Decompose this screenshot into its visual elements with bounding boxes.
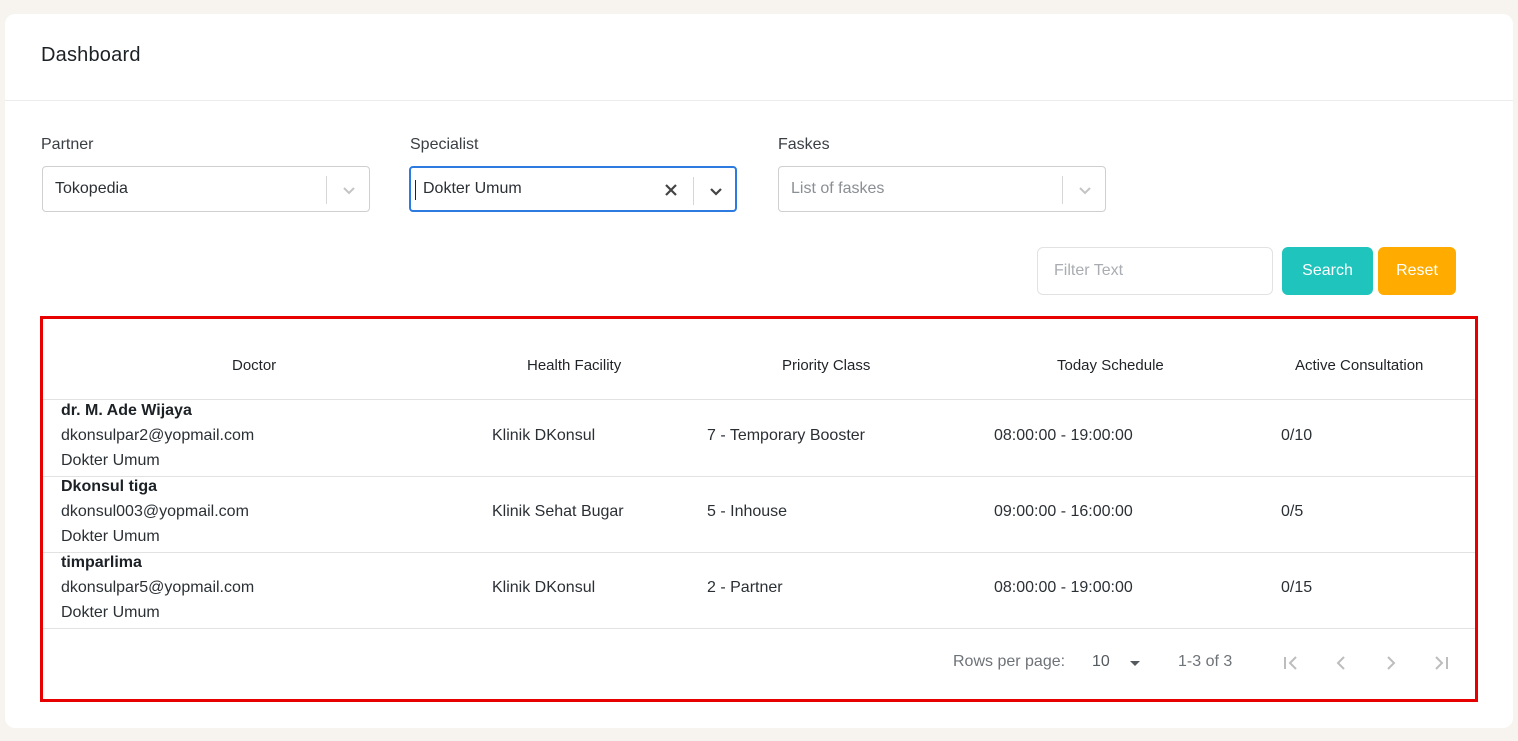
faskes-select[interactable]: List of faskes xyxy=(778,166,1106,212)
last-page-icon[interactable] xyxy=(1429,651,1453,675)
next-page-icon[interactable] xyxy=(1379,651,1403,675)
caret-down-icon[interactable] xyxy=(1123,651,1147,675)
table-pagination: Rows per page: 10 1-3 of 3 xyxy=(43,629,1475,699)
table-header: Doctor Health Facility Priority Class To… xyxy=(43,319,1475,400)
rows-per-page-label: Rows per page: xyxy=(953,653,1066,670)
doctor-name: Dkonsul tiga xyxy=(61,478,158,495)
doctor-specialist: Dokter Umum xyxy=(61,604,160,621)
previous-page-icon[interactable] xyxy=(1329,651,1353,675)
first-page-icon[interactable] xyxy=(1279,651,1303,675)
column-header-active-consultation[interactable]: Active Consultation xyxy=(1295,357,1423,374)
doctor-name: timparlima xyxy=(61,554,142,571)
partner-select-value: Tokopedia xyxy=(55,180,128,197)
active-consultation: 0/5 xyxy=(1281,503,1304,520)
specialist-select[interactable]: Dokter Umum xyxy=(409,166,737,212)
active-consultation: 0/10 xyxy=(1281,427,1313,444)
column-header-doctor[interactable]: Doctor xyxy=(232,357,276,374)
column-header-health-facility[interactable]: Health Facility xyxy=(527,357,621,374)
text-caret xyxy=(415,180,416,200)
chevron-down-icon[interactable] xyxy=(705,180,727,202)
doctor-email: dkonsulpar5@yopmail.com xyxy=(61,579,255,596)
faskes-label: Faskes xyxy=(778,136,830,153)
specialist-select-value: Dokter Umum xyxy=(423,180,522,197)
doctor-table: Doctor Health Facility Priority Class To… xyxy=(40,316,1478,702)
doctor-email: dkonsulpar2@yopmail.com xyxy=(61,427,255,444)
select-separator xyxy=(326,176,327,204)
filter-text-input[interactable] xyxy=(1037,247,1273,295)
today-schedule: 08:00:00 - 19:00:00 xyxy=(994,427,1133,444)
card-header: Dashboard xyxy=(5,14,1513,101)
active-consultation: 0/15 xyxy=(1281,579,1313,596)
priority-class: 2 - Partner xyxy=(707,579,783,596)
table-row[interactable]: timparlima dkonsulpar5@yopmail.com Dokte… xyxy=(43,552,1475,629)
health-facility: Klinik Sehat Bugar xyxy=(492,503,624,520)
select-separator xyxy=(1062,176,1063,204)
chevron-down-icon[interactable] xyxy=(1074,179,1096,201)
table-row[interactable]: Dkonsul tiga dkonsul003@yopmail.com Dokt… xyxy=(43,476,1475,553)
priority-class: 5 - Inhouse xyxy=(707,503,788,520)
select-separator xyxy=(693,177,694,205)
doctor-specialist: Dokter Umum xyxy=(61,452,160,469)
health-facility: Klinik DKonsul xyxy=(492,579,596,596)
today-schedule: 08:00:00 - 19:00:00 xyxy=(994,579,1133,596)
chevron-down-icon[interactable] xyxy=(338,179,360,201)
column-header-priority-class[interactable]: Priority Class xyxy=(782,357,870,374)
reset-button[interactable]: Reset xyxy=(1378,247,1456,295)
today-schedule: 09:00:00 - 16:00:00 xyxy=(994,503,1133,520)
page-title: Dashboard xyxy=(41,44,141,66)
health-facility: Klinik DKonsul xyxy=(492,427,596,444)
priority-class: 7 - Temporary Booster xyxy=(707,427,865,444)
specialist-label: Specialist xyxy=(410,136,479,153)
search-button[interactable]: Search xyxy=(1282,247,1373,295)
dashboard-card: Dashboard Partner Tokopedia Specialist D… xyxy=(5,14,1513,728)
partner-select[interactable]: Tokopedia xyxy=(42,166,370,212)
rows-per-page-select[interactable]: 10 xyxy=(1092,653,1110,671)
clear-icon[interactable] xyxy=(660,179,682,201)
doctor-specialist: Dokter Umum xyxy=(61,528,160,545)
pagination-range: 1-3 of 3 xyxy=(1178,653,1233,670)
doctor-name: dr. M. Ade Wijaya xyxy=(61,402,192,419)
table-row[interactable]: dr. M. Ade Wijaya dkonsulpar2@yopmail.co… xyxy=(43,400,1475,477)
faskes-select-placeholder: List of faskes xyxy=(791,180,885,197)
column-header-today-schedule[interactable]: Today Schedule xyxy=(1057,357,1164,374)
partner-label: Partner xyxy=(41,136,94,153)
doctor-email: dkonsul003@yopmail.com xyxy=(61,503,249,520)
